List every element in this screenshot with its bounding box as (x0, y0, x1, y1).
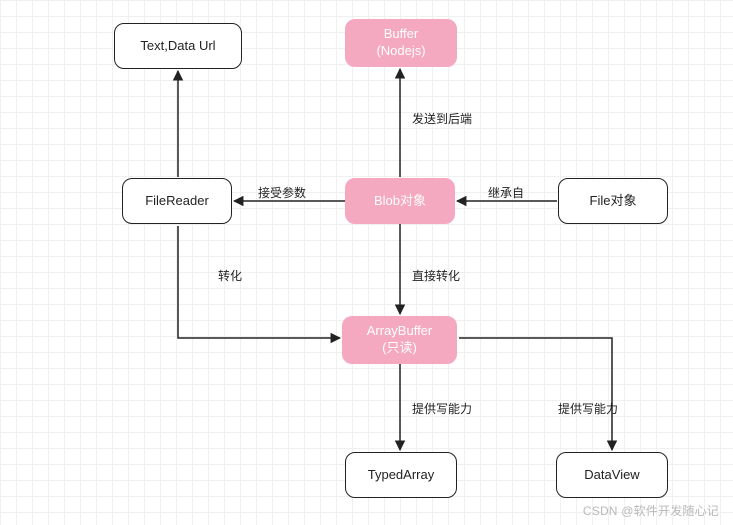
node-arraybuffer: ArrayBuffer (只读) (342, 316, 457, 364)
edge-label-blob-buffer: 发送到后端 (412, 110, 472, 127)
node-filereader: FileReader (122, 178, 232, 224)
node-sublabel: (只读) (382, 340, 417, 357)
node-label: FileReader (145, 193, 209, 210)
node-dataview: DataView (556, 452, 668, 498)
edge-label-reader-arraybuf: 转化 (218, 267, 242, 284)
diagram-edges (0, 0, 733, 525)
edge-label-blob-arraybuf: 直接转化 (412, 267, 460, 284)
edge-label-arraybuf-dataview: 提供写能力 (558, 400, 618, 417)
node-label: Buffer (384, 26, 418, 43)
node-label: Blob对象 (374, 193, 426, 210)
node-label: File对象 (590, 193, 637, 210)
edge-label-arraybuf-typed: 提供写能力 (412, 400, 472, 417)
node-buffer: Buffer (Nodejs) (345, 19, 457, 67)
watermark-text: CSDN @软件开发随心记 (583, 502, 719, 519)
node-label: Text,Data Url (140, 38, 215, 55)
node-label: DataView (584, 467, 639, 484)
node-typedarray: TypedArray (345, 452, 457, 498)
node-label: ArrayBuffer (367, 323, 433, 340)
node-text-data-url: Text,Data Url (114, 23, 242, 69)
node-blob: Blob对象 (345, 178, 455, 224)
node-label: TypedArray (368, 467, 434, 484)
node-file: File对象 (558, 178, 668, 224)
edge-label-file-blob: 继承自 (488, 184, 524, 201)
edge-label-blob-filereader: 接受参数 (258, 184, 306, 201)
node-sublabel: (Nodejs) (376, 43, 425, 60)
